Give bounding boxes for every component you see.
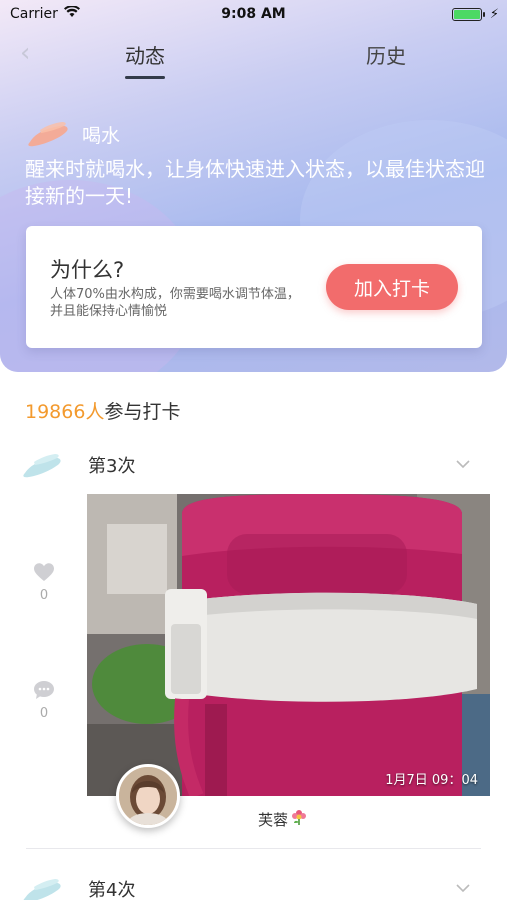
- top-navigation: ‹ 动态 历史: [0, 28, 507, 88]
- task-title: 喝水: [82, 125, 121, 147]
- feed-divider: [26, 848, 481, 849]
- status-bar: Carrier 9:08 AM ⚡: [0, 0, 507, 28]
- tab-history[interactable]: 历史: [366, 40, 406, 69]
- active-tab-indicator: [125, 76, 165, 79]
- checkin-photo[interactable]: 1月7日 09：04: [87, 494, 490, 796]
- comment-count: 0: [39, 706, 49, 721]
- join-checkin-button[interactable]: 加入打卡: [326, 264, 458, 310]
- participant-count-number: 19866人: [25, 401, 105, 423]
- like-count: 0: [39, 588, 49, 603]
- avatar[interactable]: [116, 764, 180, 828]
- tab-feed-label: 动态: [125, 44, 165, 68]
- photo-timestamp: 1月7日 09：04: [385, 773, 478, 788]
- chevron-down-icon[interactable]: [455, 456, 471, 472]
- heart-icon: [28, 562, 60, 586]
- battery-icon: [451, 7, 485, 21]
- charging-icon: ⚡: [489, 6, 499, 22]
- task-brush-icon: [26, 118, 72, 150]
- tab-feed[interactable]: 动态: [125, 40, 165, 79]
- participant-count-suffix: 参与打卡: [104, 401, 181, 423]
- why-card-text: 人体70%由水构成，你需要喝水调节体温，并且能保持心情愉悦: [50, 287, 300, 319]
- username-text: 芙蓉: [258, 810, 289, 829]
- entry-brush-icon: [22, 451, 64, 481]
- chevron-down-icon[interactable]: [455, 880, 471, 896]
- flower-icon: [290, 808, 308, 830]
- comment-icon: [28, 680, 60, 704]
- wifi-icon: [63, 5, 80, 22]
- comment-action[interactable]: 0: [28, 680, 60, 721]
- avatar-image: [119, 767, 177, 825]
- why-card-title: 为什么?: [50, 258, 125, 282]
- entry-label: 第3次: [88, 456, 136, 477]
- tab-history-label: 历史: [366, 44, 406, 68]
- why-card: 为什么? 人体70%由水构成，你需要喝水调节体温，并且能保持心情愉悦 加入打卡: [26, 226, 482, 348]
- task-description: 醒来时就喝水，让身体快速进入状态，以最佳状态迎接新的一天!: [25, 157, 485, 208]
- participant-count: 19866人参与打卡: [25, 397, 180, 424]
- entry-label: 第4次: [88, 880, 136, 900]
- carrier-label: Carrier: [10, 6, 58, 22]
- like-action[interactable]: 0: [28, 562, 60, 603]
- back-arrow-icon[interactable]: ‹: [20, 38, 30, 68]
- photo-content: [87, 494, 490, 796]
- entry-brush-icon: [22, 876, 64, 900]
- username[interactable]: 芙蓉: [258, 808, 308, 830]
